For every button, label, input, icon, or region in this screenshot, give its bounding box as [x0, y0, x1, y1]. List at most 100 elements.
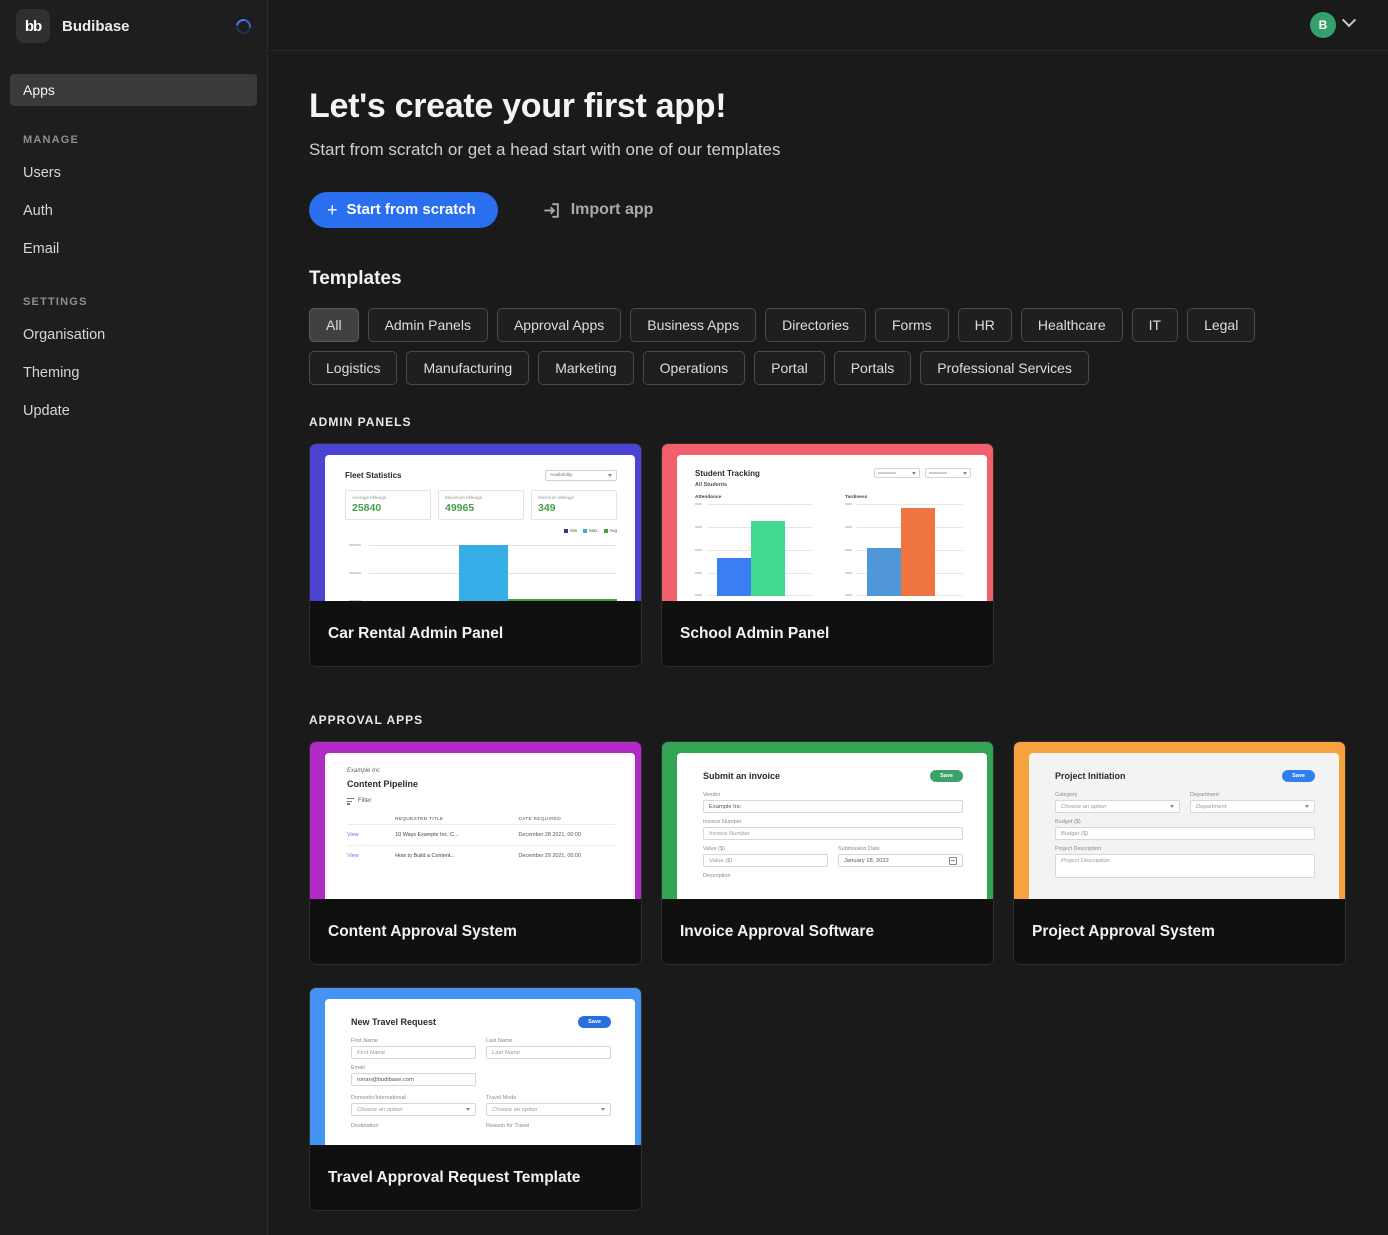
filter-chip-portal[interactable]: Portal: [754, 351, 825, 385]
template-card-content-approval[interactable]: Example Inc Content Pipeline Filter REQU…: [309, 741, 642, 965]
chevron-down-icon: [1305, 805, 1309, 808]
template-card-project-approval[interactable]: Project Initiation Save Category Choose …: [1013, 741, 1346, 965]
card-title: Invoice Approval Software: [680, 923, 874, 941]
description-field: Description: [703, 873, 963, 879]
chevron-down-icon: [1170, 805, 1174, 808]
department-field: Department Department: [1190, 792, 1315, 813]
templates-heading: Templates: [309, 268, 1388, 290]
admin-panels-section-title: ADMIN PANELS: [309, 415, 1388, 429]
filter-chip-admin-panels[interactable]: Admin Panels: [368, 308, 488, 342]
preview-title: Student Tracking: [695, 469, 760, 478]
sidebar-item-apps[interactable]: Apps: [10, 74, 257, 106]
filter-chip-professional-services[interactable]: Professional Services: [920, 351, 1089, 385]
filter-chip-portals[interactable]: Portals: [834, 351, 912, 385]
page-title: Let's create your first app!: [309, 87, 1388, 126]
invoice-number-field: Invoice Number Invoice Number: [703, 819, 963, 840]
content: Let's create your first app! Start from …: [269, 51, 1388, 1211]
user-avatar[interactable]: B: [1310, 12, 1336, 38]
content-pipeline-preview: Example Inc Content Pipeline Filter REQU…: [325, 753, 635, 899]
approval-apps-section-title: APPROVAL APPS: [309, 713, 1388, 727]
filter-icon: [347, 798, 354, 805]
class-select: [925, 468, 971, 478]
sidebar-item-users[interactable]: Users: [0, 154, 267, 192]
card-title: Content Approval System: [328, 923, 517, 941]
filter-chip-it[interactable]: IT: [1132, 308, 1178, 342]
page-subtitle: Start from scratch or get a head start w…: [309, 140, 1388, 160]
template-card-car-rental[interactable]: Fleet Statistics Availability Average Mi…: [309, 443, 642, 667]
preview-title: Project Initiation: [1055, 771, 1126, 781]
card-footer: School Admin Panel: [662, 601, 993, 667]
card-thumbnail: Submit an invoice Save Vendor Example In…: [662, 742, 993, 899]
start-from-scratch-button[interactable]: + Start from scratch: [309, 192, 498, 228]
sidebar-item-organisation[interactable]: Organisation: [0, 316, 267, 354]
sidebar-item-update[interactable]: Update: [0, 392, 267, 430]
chevron-down-icon[interactable]: [1342, 13, 1356, 27]
budibase-logo-icon: bb: [16, 9, 50, 43]
stat-maximum-mileage: Maximum Mileage49965: [438, 490, 524, 520]
template-card-invoice-approval[interactable]: Submit an invoice Save Vendor Example In…: [661, 741, 994, 965]
import-app-button[interactable]: Import app: [542, 201, 654, 220]
first-name-field: First Name First Name: [351, 1038, 476, 1059]
chevron-down-icon: [608, 474, 612, 477]
filter-chip-operations[interactable]: Operations: [643, 351, 745, 385]
domestic-international-field: Domestic/International Choose an option: [351, 1095, 476, 1116]
card-title: Car Rental Admin Panel: [328, 625, 503, 643]
sidebar-item-auth[interactable]: Auth: [0, 192, 267, 230]
filter-chip-approval-apps[interactable]: Approval Apps: [497, 308, 621, 342]
filter-chip-logistics[interactable]: Logistics: [309, 351, 397, 385]
filter-chip-legal[interactable]: Legal: [1187, 308, 1255, 342]
card-thumbnail: Example Inc Content Pipeline Filter REQU…: [310, 742, 641, 899]
stat-average-mileage: Average Mileage25840: [345, 490, 431, 520]
filter-chip-business-apps[interactable]: Business Apps: [630, 308, 756, 342]
bar: [867, 548, 901, 596]
gender-select: [874, 468, 920, 478]
action-buttons: + Start from scratch Import app: [309, 192, 1388, 228]
company-name: Example Inc: [347, 768, 615, 774]
brand-name: Budibase: [62, 18, 224, 35]
save-button: Save: [930, 770, 963, 782]
fleet-bar-chart: [345, 539, 617, 601]
school-preview: Student Tracking All Students Attendance: [677, 455, 987, 601]
template-filters: All Admin Panels Approval Apps Business …: [309, 308, 1274, 385]
card-title: Project Approval System: [1032, 923, 1215, 941]
plus-icon: +: [327, 204, 338, 216]
template-card-school[interactable]: Student Tracking All Students Attendance: [661, 443, 994, 667]
filter-chip-manufacturing[interactable]: Manufacturing: [406, 351, 529, 385]
filter-chip-healthcare[interactable]: Healthcare: [1021, 308, 1123, 342]
card-thumbnail: New Travel Request Save First Name First…: [310, 988, 641, 1145]
availability-select: Availability: [545, 470, 617, 481]
fleet-preview: Fleet Statistics Availability Average Mi…: [325, 455, 635, 601]
reason-field: Reason for Travel: [486, 1123, 611, 1131]
travel-mode-field: Travel Mode Choose an option: [486, 1095, 611, 1116]
filter-chip-directories[interactable]: Directories: [765, 308, 866, 342]
table-row: View 10 Ways Example Inc. C... December …: [347, 824, 615, 845]
filter-button: Filter: [347, 798, 615, 805]
project-description-field: Project Description Project Description: [1055, 846, 1315, 878]
stat-minimum-mileage: Minimum Mileage349: [531, 490, 617, 520]
filter-chip-all[interactable]: All: [309, 308, 359, 342]
filter-chip-forms[interactable]: Forms: [875, 308, 949, 342]
template-card-travel-approval[interactable]: New Travel Request Save First Name First…: [309, 987, 642, 1211]
filter-chip-marketing[interactable]: Marketing: [538, 351, 633, 385]
sidebar-section-settings: SETTINGS: [0, 268, 267, 316]
logo-text: bb: [25, 18, 41, 35]
sidebar-item-email[interactable]: Email: [0, 230, 267, 268]
chart-legend: Min Max Avg: [345, 528, 617, 533]
travel-form-preview: New Travel Request Save First Name First…: [325, 999, 635, 1145]
preview-subtitle: All Students: [695, 482, 971, 488]
card-title: Travel Approval Request Template: [328, 1169, 580, 1187]
card-footer: Project Approval System: [1014, 899, 1345, 965]
bar: [751, 521, 785, 596]
project-form-preview: Project Initiation Save Category Choose …: [1029, 753, 1339, 899]
start-from-scratch-label: Start from scratch: [347, 201, 476, 218]
tardiness-chart: Tardiness: [845, 495, 963, 596]
vendor-field: Vendor Example Inc: [703, 792, 963, 813]
submission-date-field: Submission Date January 18, 2022: [838, 846, 963, 867]
approval-apps-cards: Example Inc Content Pipeline Filter REQU…: [309, 741, 1388, 1211]
filter-chip-hr[interactable]: HR: [958, 308, 1012, 342]
sidebar-section-manage: MANAGE: [0, 106, 267, 154]
sidebar-item-theming[interactable]: Theming: [0, 354, 267, 392]
table-row: View How to Build a Content... December …: [347, 845, 615, 866]
save-button: Save: [1282, 770, 1315, 782]
sidebar-header: bb Budibase: [0, 0, 267, 52]
